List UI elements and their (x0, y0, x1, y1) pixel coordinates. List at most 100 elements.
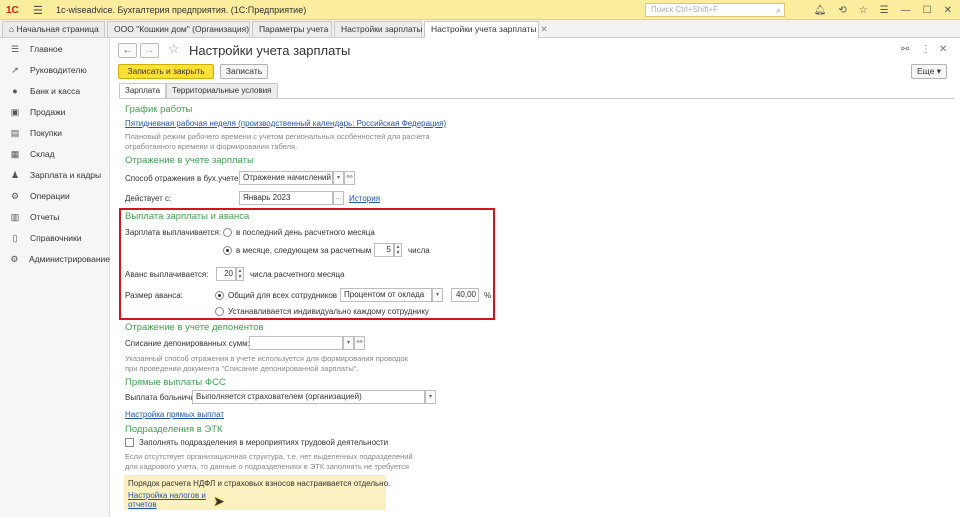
method-label: Способ отражения в бух.учете: (125, 174, 241, 183)
notice-text: Порядок расчета НДФЛ и страховых взносов… (128, 479, 391, 488)
title-bar: 1С ☰ 1c-wiseadvice. Бухгалтерия предприя… (0, 0, 960, 20)
gear-icon: ⚙ (10, 253, 19, 264)
search-input[interactable]: Поиск Ctrl+Shift+F ⌕ (645, 3, 785, 17)
tab-salary[interactable]: Зарплата (119, 83, 167, 99)
advance-day-stepper[interactable]: ▲ ▼ (236, 267, 244, 281)
star-icon[interactable]: ☆ (859, 5, 868, 16)
favorite-star-icon[interactable]: ☆ (168, 41, 180, 57)
radio-common[interactable] (215, 291, 224, 300)
sidebar-item-manager[interactable]: ↗ Руководителю (0, 60, 110, 80)
sidebar-item-reports[interactable]: ▥ Отчеты (0, 207, 110, 227)
close-icon[interactable]: ✕ (944, 5, 952, 16)
save-and-close-button[interactable]: Записать и закрыть (118, 64, 214, 79)
sidebar-item-label: Банк и касса (30, 86, 81, 96)
fss-settings-link[interactable]: Настройка прямых выплат (125, 410, 224, 419)
menu-icon[interactable]: ☰ (33, 0, 43, 20)
tab-divider (119, 98, 954, 99)
tab-home[interactable]: ⌂ Начальная страница (2, 21, 105, 37)
sidebar-item-bank[interactable]: ● Банк и касса (0, 81, 110, 101)
sidebar-item-label: Справочники (30, 233, 82, 243)
more-vert-icon[interactable]: ⋮ (921, 44, 931, 55)
advance-day-suffix: числа расчетного месяца (250, 270, 345, 279)
deposit-open-icon[interactable]: ⚯ (354, 336, 365, 350)
sick-pay-field[interactable]: Выполняется страхователем (организацией) (192, 390, 425, 404)
pay-day-suffix: числа (408, 246, 430, 255)
date-picker-button[interactable]: … (333, 191, 344, 205)
effective-date-label: Действует с: (125, 194, 172, 203)
sidebar-item-catalogs[interactable]: ▯ Справочники (0, 228, 110, 248)
advance-method-dropdown[interactable]: ▾ (432, 288, 443, 302)
tab-organization[interactable]: ООО "Кошкин дом" (Организация) (107, 21, 250, 37)
history-icon[interactable]: ⟲ (838, 5, 846, 16)
history-link[interactable]: История (349, 194, 380, 203)
tab-accounting-params[interactable]: Параметры учета (252, 21, 332, 37)
method-field[interactable]: Отражение начислений п (239, 171, 333, 185)
method-dropdown-button[interactable]: ▾ (333, 171, 344, 185)
deposit-label: Списание депонированных сумм: (125, 339, 250, 348)
etk-checkbox[interactable] (125, 438, 134, 447)
sidebar-item-sales[interactable]: ▣ Продажи (0, 102, 110, 122)
people-icon: ♟ (10, 169, 20, 180)
sidebar-item-label: Операции (30, 191, 70, 201)
link-icon[interactable]: ⚯ (901, 44, 909, 55)
deposit-dropdown[interactable]: ▾ (343, 336, 354, 350)
sidebar-item-label: Руководителю (30, 65, 87, 75)
sidebar-item-salary[interactable]: ♟ Зарплата и кадры (0, 165, 110, 185)
section-deposit: Отражение в учете депонентов (125, 322, 264, 333)
sidebar-item-main[interactable]: ☰ Главное (0, 39, 110, 59)
more-button[interactable]: Еще ▾ (911, 64, 947, 79)
maximize-icon[interactable]: ☐ (923, 5, 932, 16)
sidebar-item-label: Продажи (30, 107, 66, 117)
sidebar-item-operations[interactable]: ⚙ Операции (0, 186, 110, 206)
etk-hint-1: Если отсутствует организационная структу… (125, 452, 413, 461)
etk-checkbox-label: Заполнять подразделения в мероприятиях т… (139, 438, 389, 447)
sick-pay-dropdown[interactable]: ▾ (425, 390, 436, 404)
chart-icon: ↗ (11, 64, 19, 75)
home-icon: ⌂ (9, 24, 15, 34)
advance-percent-field[interactable]: 40,00 (451, 288, 479, 302)
cart-icon: ▤ (10, 127, 20, 138)
sidebar-item-admin[interactable]: ⚙ Администрирование (0, 249, 110, 269)
sidebar-item-purchases[interactable]: ▤ Покупки (0, 123, 110, 143)
method-open-icon[interactable]: ⚯ (344, 171, 355, 185)
radio-individual[interactable] (215, 307, 224, 316)
search-placeholder: Поиск Ctrl+Shift+F (651, 5, 719, 14)
pay-day-stepper[interactable]: ▲ ▼ (394, 243, 402, 257)
minimize-icon[interactable]: — (901, 5, 911, 16)
settings-icon[interactable]: ☰ (880, 5, 889, 16)
close-tab-icon[interactable]: ✕ (541, 24, 548, 34)
operations-icon: ⚙ (10, 190, 20, 201)
close-form-icon[interactable]: ✕ (939, 44, 947, 55)
bell-icon[interactable]: 🔔︎ (814, 5, 827, 16)
cursor-icon: ➤ (213, 493, 225, 509)
sidebar-item-label: Покупки (30, 128, 62, 138)
radio-last-day[interactable] (223, 228, 232, 237)
section-payment: Выплата зарплаты и аванса (125, 211, 250, 222)
save-button[interactable]: Записать (220, 64, 268, 79)
effective-date-field[interactable]: Январь 2023 (239, 191, 333, 205)
tax-settings-link-2[interactable]: отчетов (128, 500, 157, 509)
radio-next-month[interactable] (223, 246, 232, 255)
tab-label: Настройки зарплаты (341, 24, 423, 34)
sidebar-item-label: Склад (30, 149, 55, 159)
tab-salary-settings[interactable]: Настройки зарплаты (334, 21, 423, 37)
sidebar: ☰ Главное ↗ Руководителю ● Банк и касса ▣ Пр… (0, 38, 110, 517)
sidebar-item-warehouse[interactable]: ▦ Склад (0, 144, 110, 164)
salary-paid-label: Зарплата выплачивается: (125, 228, 222, 237)
deposit-field[interactable] (249, 336, 343, 350)
app-title: 1c-wiseadvice. Бухгалтерия предприятия. … (56, 5, 307, 15)
radio-next-month-label: в месяце, следующем за расчетным (236, 246, 372, 255)
tax-settings-link[interactable]: Настройка налогов и (128, 491, 206, 500)
section-schedule: График работы (125, 104, 193, 115)
advance-day-field[interactable]: 20 (216, 267, 236, 281)
advance-method-field[interactable]: Процентом от оклада (340, 288, 432, 302)
main-content: ← → ☆ Настройки учета зарплаты ⚯ ⋮ ✕ Зап… (111, 38, 960, 517)
back-button[interactable]: ← (118, 43, 137, 58)
schedule-link[interactable]: Пятидневная рабочая неделя (производстве… (125, 119, 446, 128)
app-logo: 1С (6, 4, 19, 16)
forward-button[interactable]: → (140, 43, 159, 58)
sidebar-item-label: Администрирование (28, 254, 110, 264)
tab-salary-accounting-settings[interactable]: Настройки учета зарплаты ✕ (424, 21, 548, 38)
pay-day-field[interactable]: 5 (374, 243, 394, 257)
tab-territorial[interactable]: Территориальные условия (166, 83, 278, 98)
